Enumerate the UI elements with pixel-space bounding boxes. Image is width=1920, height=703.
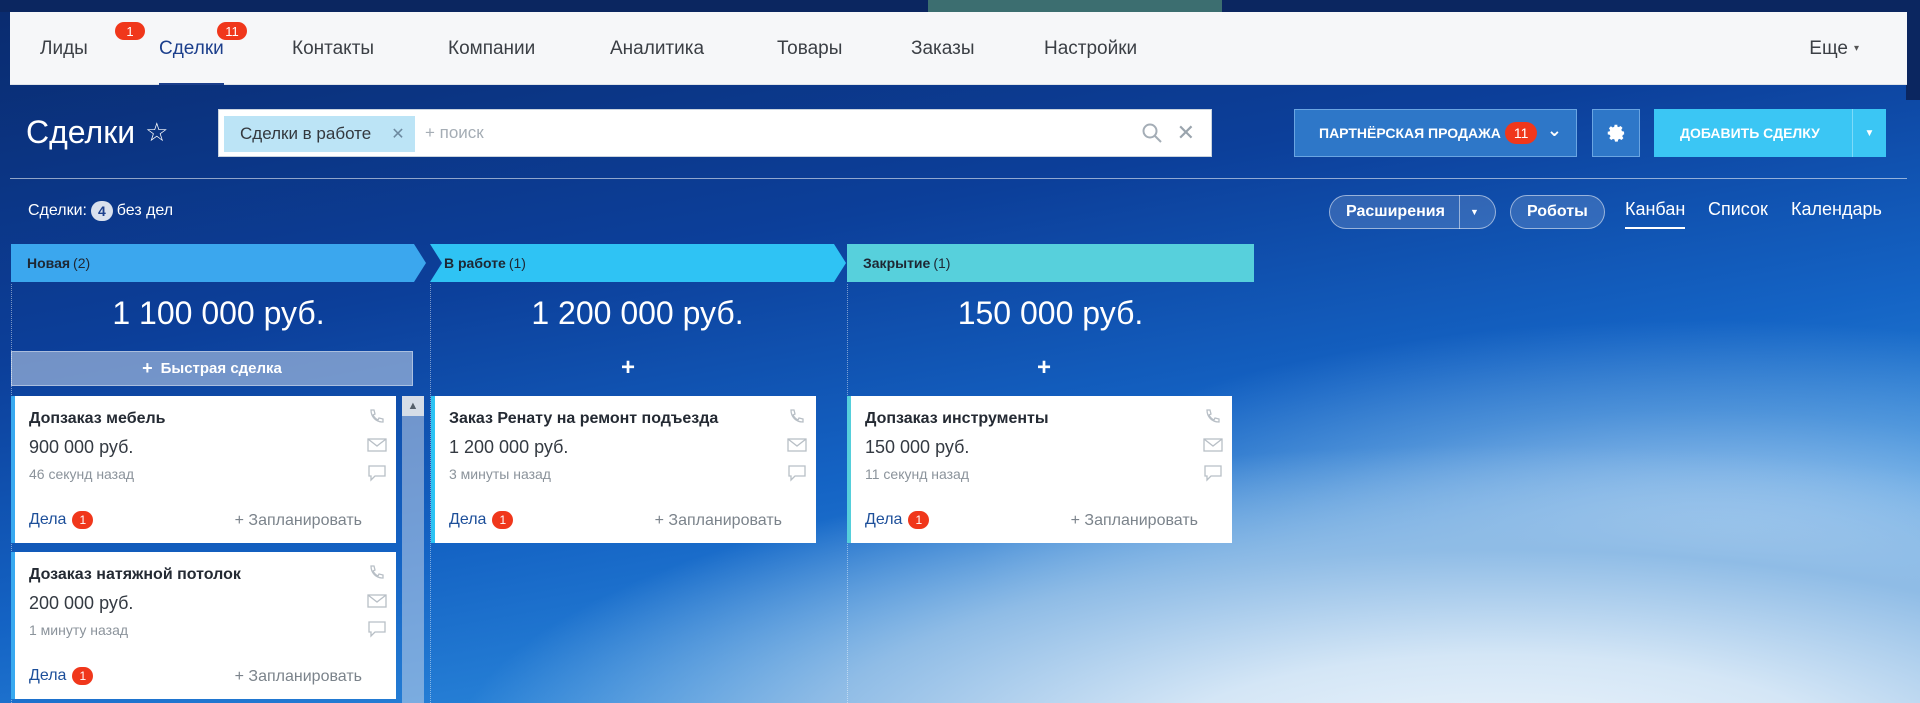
deal-card[interactable]: Заказ Ренату на ремонт подъезда 1 200 00… — [431, 396, 816, 543]
stage-name: Закрытие — [863, 255, 931, 271]
deal-tasks-link[interactable]: Дела 1 — [865, 511, 930, 529]
deal-title[interactable]: Заказ Ренату на ремонт подъезда — [449, 410, 718, 428]
mail-icon[interactable] — [366, 592, 388, 610]
mail-icon[interactable] — [366, 436, 388, 454]
mail-icon[interactable] — [1202, 436, 1224, 454]
phone-icon[interactable] — [366, 564, 388, 582]
stage-sum: 1 200 000 руб. — [531, 295, 744, 331]
schedule-link[interactable]: + Запланировать — [1071, 512, 1198, 530]
deal-title[interactable]: Дозаказ натяжной потолок — [29, 566, 241, 584]
phone-icon[interactable] — [366, 408, 388, 426]
deal-tasks-link[interactable]: Дела 1 — [449, 511, 514, 529]
deal-time: 11 секунд назад — [865, 466, 970, 482]
stage-count: (1) — [508, 255, 526, 271]
deal-tasks-badge: 1 — [908, 511, 930, 529]
comment-icon[interactable] — [786, 464, 808, 482]
deal-card[interactable]: Допзаказ инструменты 150 000 руб. 11 сек… — [847, 396, 1232, 543]
add-deal-plus-icon[interactable]: + — [621, 354, 635, 382]
schedule-link[interactable]: + Запланировать — [235, 512, 362, 530]
deal-price: 150 000 руб. — [865, 437, 970, 457]
deal-tasks-link[interactable]: Дела 1 — [29, 511, 94, 529]
stage-header-closing[interactable]: Закрытие (1) — [847, 244, 1247, 282]
deal-card[interactable]: Дозаказ натяжной потолок 200 000 руб. 1 … — [11, 552, 396, 699]
stage-name: Новая — [27, 255, 71, 271]
stage-header-in-progress[interactable]: В работе (1) — [430, 244, 830, 282]
stage-sum: 1 100 000 руб. — [112, 295, 325, 331]
column-scrollbar[interactable]: ▲ — [402, 396, 424, 703]
phone-icon[interactable] — [1202, 408, 1224, 426]
stage-header-new[interactable]: Новая (2) — [11, 244, 411, 282]
plus-icon: + — [142, 358, 153, 378]
scroll-up-arrow-icon[interactable]: ▲ — [402, 396, 424, 416]
comment-icon[interactable] — [366, 620, 388, 638]
deal-card[interactable]: Допзаказ мебель 900 000 руб. 46 секунд н… — [11, 396, 396, 543]
deal-tasks-badge: 1 — [492, 511, 514, 529]
deal-price: 200 000 руб. — [29, 593, 134, 613]
deal-time: 3 минуты назад — [449, 466, 551, 482]
schedule-link[interactable]: + Запланировать — [235, 668, 362, 686]
stage-name: В работе — [444, 255, 506, 271]
mail-icon[interactable] — [786, 436, 808, 454]
deal-title[interactable]: Допзаказ инструменты — [865, 410, 1049, 428]
deal-price: 900 000 руб. — [29, 437, 134, 457]
stage-count: (2) — [73, 255, 91, 271]
phone-icon[interactable] — [786, 408, 808, 426]
deal-tasks-label: Дела — [865, 511, 903, 528]
quick-deal-label: Быстрая сделка — [160, 360, 282, 377]
comment-icon[interactable] — [1202, 464, 1224, 482]
deal-tasks-badge: 1 — [72, 511, 94, 529]
deal-title[interactable]: Допзаказ мебель — [29, 410, 165, 428]
deal-time: 46 секунд назад — [29, 466, 135, 482]
add-deal-plus-icon[interactable]: + — [1037, 354, 1051, 382]
deal-tasks-label: Дела — [449, 511, 487, 528]
comment-icon[interactable] — [366, 464, 388, 482]
deal-tasks-link[interactable]: Дела 1 — [29, 667, 94, 685]
stage-sum: 150 000 руб. — [957, 295, 1144, 331]
deal-tasks-badge: 1 — [72, 667, 94, 685]
deal-price: 1 200 000 руб. — [449, 437, 569, 457]
quick-deal-button[interactable]: + Быстрая сделка — [11, 351, 413, 386]
schedule-link[interactable]: + Запланировать — [655, 512, 782, 530]
deal-time: 1 минуту назад — [29, 622, 129, 638]
deal-tasks-label: Дела — [29, 511, 67, 528]
stage-count: (1) — [933, 255, 951, 271]
deal-tasks-label: Дела — [29, 667, 67, 684]
